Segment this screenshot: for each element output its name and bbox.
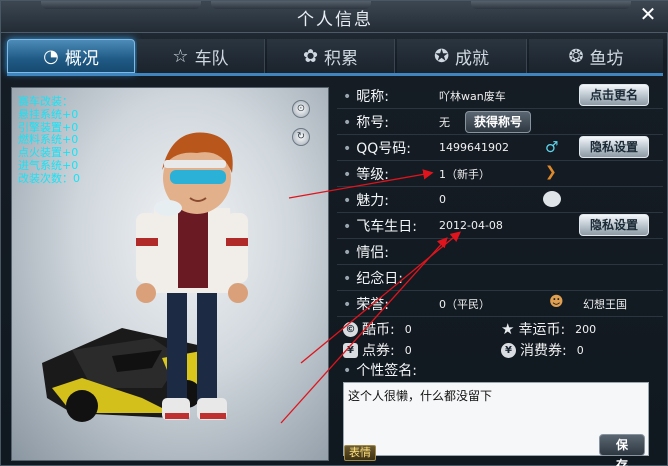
level-row: 等级: 1（新手） ❯ <box>337 161 663 187</box>
qq-label: QQ号码: <box>343 138 411 158</box>
birthday-label: 飞车生日: <box>343 216 417 236</box>
vouchers: ¥ 点券: 0 <box>343 340 412 360</box>
profile-window: 个人信息 ✕ ◔ 概况 ☆ 车队 ✿ 积累 ✪ 成就 ❂ 鱼坊 赛车改装： 悬挂… <box>0 0 668 466</box>
emoji-button[interactable]: 表情 <box>344 445 376 461</box>
qq-value: 1499641902 <box>439 141 509 154</box>
vouchers-value: 0 <box>404 343 412 357</box>
tab-accumulation[interactable]: ✿ 积累 <box>267 39 395 73</box>
tab-bar: ◔ 概况 ☆ 车队 ✿ 积累 ✪ 成就 ❂ 鱼坊 <box>7 39 663 73</box>
birthday-row: 飞车生日: 2012-04-08 隐私设置 <box>337 213 663 239</box>
lucky-coins-value: 200 <box>575 322 597 336</box>
tab-label: 积累 <box>324 48 359 69</box>
cool-coins-value: 0 <box>404 322 412 336</box>
close-icon[interactable]: ✕ <box>637 3 659 25</box>
star-coin-icon: ★ <box>501 320 515 338</box>
privacy-settings-button[interactable]: 隐私设置 <box>579 214 649 236</box>
nickname-value: 吖林wan废车 <box>439 89 506 103</box>
honor-label: 荣誉: <box>343 294 389 314</box>
tab-overview[interactable]: ◔ 概况 <box>7 39 135 73</box>
tab-label: 车队 <box>194 48 229 69</box>
yen-coin-icon: ¥ <box>501 342 516 358</box>
voucher-icon: ¥ <box>343 342 358 358</box>
character-illustration <box>42 132 248 422</box>
overview-icon: ◔ <box>43 45 59 67</box>
star-icon: ☆ <box>172 45 189 67</box>
tab-team[interactable]: ☆ 车队 <box>137 39 265 73</box>
tab-underline <box>7 73 663 76</box>
honor-row: 荣誉: 0（平民） ☻ 幻想王国 <box>337 291 663 317</box>
medal-icon: ✪ <box>433 45 450 67</box>
fish-icon: ❂ <box>568 45 584 67</box>
anniversary-row: 纪念日: <box>337 265 663 291</box>
chat-bubble-icon[interactable] <box>543 191 561 207</box>
title-value: 无 <box>439 115 450 129</box>
charm-label: 魅力: <box>343 190 389 210</box>
qq-row: QQ号码: 1499641902 ♂ 隐私设置 <box>337 135 663 161</box>
save-button[interactable]: 保 存 <box>599 434 645 466</box>
nickname-row: 昵称: 吖林wan废车 点击更名 <box>337 83 663 109</box>
privacy-settings-button[interactable]: 隐私设置 <box>579 136 649 158</box>
window-title: 个人信息 <box>297 10 373 30</box>
rename-button[interactable]: 点击更名 <box>579 84 649 106</box>
birthday-value: 2012-04-08 <box>439 219 503 232</box>
signature-text: 这个人很懒，什么都没留下 <box>348 389 493 403</box>
partner-label: 情侣: <box>343 242 389 262</box>
title-bar: 个人信息 ✕ <box>1 1 668 33</box>
lucky-coins: ★ 幸运币: 200 <box>501 319 596 339</box>
title-row: 称号: 无 获得称号 <box>337 109 663 135</box>
tab-label: 概况 <box>64 48 99 69</box>
honor-value: 0（平民） <box>439 297 490 311</box>
lucky-coins-label: 幸运币: <box>518 322 566 338</box>
charm-row: 魅力: 0 <box>337 187 663 213</box>
spend-vouchers: ¥ 消费券: 0 <box>501 340 584 360</box>
tab-label: 鱼坊 <box>589 48 624 69</box>
anniversary-label: 纪念日: <box>343 268 403 288</box>
get-title-button[interactable]: 获得称号 <box>465 111 531 133</box>
partner-row: 情侣: <box>337 239 663 265</box>
tab-fish-workshop[interactable]: ❂ 鱼坊 <box>529 39 663 73</box>
tab-label: 成就 <box>455 48 490 69</box>
level-value: 1（新手） <box>439 167 490 181</box>
kingdom-value: 幻想王国 <box>583 297 627 311</box>
nickname-label: 昵称: <box>343 86 389 106</box>
gear-icon: ✿ <box>302 45 319 67</box>
level-label: 等级: <box>343 164 389 184</box>
cool-coins: © 酷币: 0 <box>343 319 412 339</box>
cool-coins-label: 酷币: <box>362 322 395 338</box>
kingdom-avatar-icon: ☻ <box>549 294 564 310</box>
rank-chevron-icon: ❯ <box>545 164 557 180</box>
copyright-coin-icon: © <box>343 321 358 337</box>
spend-vouchers-label: 消费券: <box>520 343 567 359</box>
tab-achievements[interactable]: ✪ 成就 <box>397 39 527 73</box>
charm-value: 0 <box>439 193 446 206</box>
signature-label: 个性签名: <box>343 360 417 380</box>
signature-row: 个性签名: <box>337 359 663 381</box>
vouchers-label: 点券: <box>362 343 395 359</box>
avatar-panel: 赛车改装： 悬挂系统+0 引擎装置+0 燃料系统+0 点火装置+0 进气系统+0… <box>11 87 329 461</box>
gender-icon: ♂ <box>545 138 559 156</box>
spend-vouchers-value: 0 <box>576 343 584 357</box>
title-label: 称号: <box>343 112 389 132</box>
